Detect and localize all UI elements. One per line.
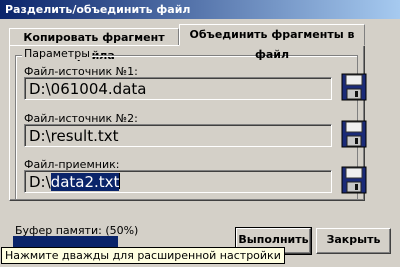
tab-copy-fragment[interactable]: Копировать фрагмент файла xyxy=(9,28,179,62)
floppy-disk-icon xyxy=(341,166,367,194)
target-input-selection: data2.txt xyxy=(50,173,120,191)
source1-browse-button[interactable] xyxy=(340,72,368,102)
params-group-label: Параметры xyxy=(22,47,92,60)
floppy-disk-icon xyxy=(341,73,367,101)
close-button[interactable]: Закрыть xyxy=(316,228,391,254)
tab-merge-fragments[interactable]: Объединить фрагменты в файл xyxy=(179,24,365,61)
source1-input[interactable]: D:\061004.data xyxy=(24,77,332,100)
title-bar[interactable]: Разделить/объединить файл xyxy=(0,0,400,19)
window-title: Разделить/объединить файл xyxy=(5,3,191,16)
target-input[interactable]: D:\data2.txt xyxy=(24,170,332,193)
split-merge-dialog: Разделить/объединить файл Копировать фра… xyxy=(0,0,400,267)
target-input-prefix: D:\ xyxy=(29,173,51,191)
target-browse-button[interactable] xyxy=(340,165,368,195)
text-caret xyxy=(119,173,121,189)
source2-browse-button[interactable] xyxy=(340,119,368,149)
floppy-disk-icon xyxy=(341,120,367,148)
source2-input[interactable]: D:\result.txt xyxy=(24,124,332,147)
tooltip: Нажмите дважды для расширенной настройки xyxy=(1,247,285,264)
